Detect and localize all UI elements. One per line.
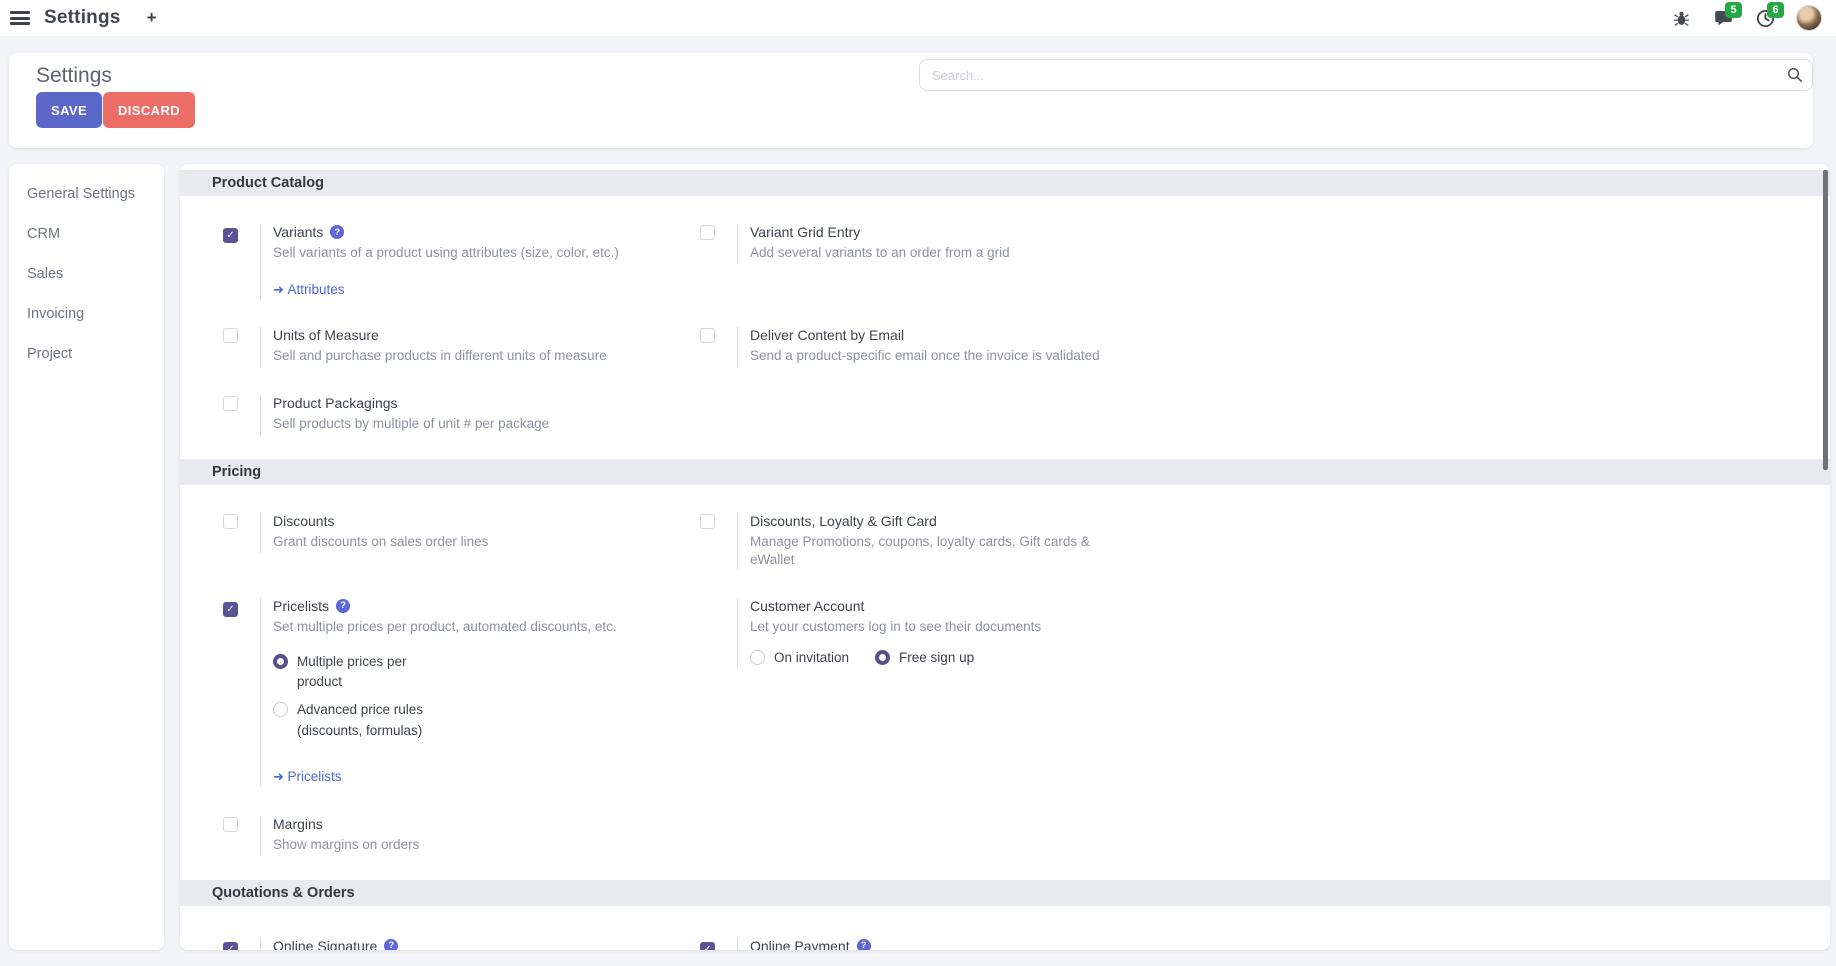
apps-menu-icon[interactable] — [10, 11, 30, 25]
radio-button[interactable] — [273, 654, 288, 669]
new-tab-button[interactable]: + — [147, 8, 157, 28]
setting-discounts: Discounts Grant discounts on sales order… — [223, 513, 700, 553]
radio-button[interactable] — [273, 702, 288, 717]
sidebar-item-invoicing[interactable]: Invoicing — [9, 294, 164, 334]
setting-pricelists: Pricelists Set multiple prices per produ… — [223, 598, 700, 786]
setting-label[interactable]: Product Packagings — [273, 395, 398, 411]
radio-button[interactable] — [875, 650, 890, 665]
save-button[interactable]: SAVE — [36, 92, 102, 128]
setting-desc: Send a product-specific email once the i… — [750, 347, 1100, 365]
section-header-quotations-orders: Quotations & Orders — [180, 880, 1830, 906]
user-avatar[interactable] — [1796, 5, 1822, 31]
activities-count-badge: 6 — [1767, 2, 1784, 18]
pricelists-checkbox[interactable] — [223, 602, 238, 617]
setting-margins: Margins Show margins on orders — [223, 816, 700, 856]
variant-grid-checkbox[interactable] — [700, 225, 715, 240]
help-icon — [330, 225, 344, 239]
setting-label[interactable]: Variants — [273, 224, 323, 240]
setting-label[interactable]: Margins — [273, 816, 323, 832]
online-signature-checkbox[interactable] — [223, 942, 238, 950]
variants-checkbox[interactable] — [223, 228, 238, 243]
navbar-systray: 5 6 — [1670, 5, 1822, 31]
margins-checkbox[interactable] — [223, 817, 238, 832]
customer-account-radio-group: On invitation Free sign up — [750, 648, 1041, 668]
setting-desc: Manage Promotions, coupons, loyalty card… — [750, 533, 1115, 569]
setting-label[interactable]: Variant Grid Entry — [750, 224, 860, 240]
online-payment-checkbox[interactable] — [700, 942, 715, 950]
section-header-product-catalog: Product Catalog — [180, 170, 1830, 196]
setting-online-signature: Online Signature Request an online signa… — [223, 938, 700, 950]
attributes-link[interactable]: Attributes — [273, 282, 345, 298]
pricelists-radio-group: Multiple prices per product Advanced pri… — [273, 652, 617, 741]
setting-desc: Sell products by multiple of unit # per … — [273, 415, 549, 433]
help-icon — [384, 939, 398, 950]
setting-variant-grid-entry: Variant Grid Entry Add several variants … — [700, 224, 1177, 264]
sidebar-item-sales[interactable]: Sales — [9, 254, 164, 294]
pricelists-link[interactable]: Pricelists — [273, 769, 342, 785]
settings-form: Product Catalog Variants Sell variants o… — [180, 164, 1830, 950]
setting-label[interactable]: Deliver Content by Email — [750, 327, 904, 343]
loyalty-checkbox[interactable] — [700, 514, 715, 529]
radio-multiple-prices[interactable]: Multiple prices per product — [273, 652, 617, 693]
discounts-checkbox[interactable] — [223, 514, 238, 529]
setting-units-of-measure: Units of Measure Sell and purchase produ… — [223, 327, 700, 367]
sidebar-item-crm[interactable]: CRM — [9, 214, 164, 254]
setting-deliver-content-by-email: Deliver Content by Email Send a product-… — [700, 327, 1177, 367]
setting-desc: Let your customers log in to see their d… — [750, 618, 1041, 636]
setting-desc: Add several variants to an order from a … — [750, 244, 1010, 262]
control-panel: Settings SAVE DISCARD — [9, 53, 1813, 148]
setting-desc: Set multiple prices per product, automat… — [273, 618, 617, 636]
search-icon[interactable] — [1787, 67, 1803, 88]
top-navbar: Settings + 5 6 — [0, 0, 1836, 36]
setting-desc: Show margins on orders — [273, 836, 419, 854]
help-icon — [336, 599, 350, 613]
setting-label: Customer Account — [750, 598, 864, 614]
help-icon — [857, 939, 871, 950]
sidebar-item-general-settings[interactable]: General Settings — [9, 174, 164, 214]
settings-sidebar: General Settings CRM Sales Invoicing Pro… — [9, 164, 164, 950]
setting-desc: Sell and purchase products in different … — [273, 347, 607, 365]
page-title: Settings — [36, 64, 112, 88]
setting-label[interactable]: Online Payment — [750, 938, 850, 950]
setting-label[interactable]: Discounts, Loyalty & Gift Card — [750, 513, 937, 529]
vertical-scrollbar[interactable] — [1823, 170, 1828, 470]
radio-free-sign-up[interactable]: Free sign up — [875, 648, 974, 668]
setting-label[interactable]: Units of Measure — [273, 327, 379, 343]
uom-checkbox[interactable] — [223, 328, 238, 343]
setting-desc: Grant discounts on sales order lines — [273, 533, 488, 551]
radio-on-invitation[interactable]: On invitation — [750, 648, 849, 668]
messages-icon[interactable]: 5 — [1712, 7, 1734, 29]
setting-desc: Sell variants of a product using attribu… — [273, 244, 619, 262]
debug-bug-icon[interactable] — [1670, 7, 1692, 29]
search-input[interactable] — [919, 59, 1813, 91]
section-header-pricing: Pricing — [180, 459, 1830, 485]
navbar-app-title[interactable]: Settings — [44, 7, 121, 29]
sidebar-item-project[interactable]: Project — [9, 334, 164, 374]
setting-discounts-loyalty-gift-card: Discounts, Loyalty & Gift Card Manage Pr… — [700, 513, 1177, 569]
radio-button[interactable] — [750, 650, 765, 665]
radio-advanced-price-rules[interactable]: Advanced price rules (discounts, formula… — [273, 700, 617, 741]
setting-online-payment: Online Payment Request an online payment… — [700, 938, 1177, 950]
activities-clock-icon[interactable]: 6 — [1754, 7, 1776, 29]
discard-button[interactable]: DISCARD — [103, 92, 195, 128]
setting-label[interactable]: Online Signature — [273, 938, 377, 950]
packagings-checkbox[interactable] — [223, 396, 238, 411]
setting-customer-account: Customer Account Let your customers log … — [700, 598, 1177, 668]
setting-label[interactable]: Pricelists — [273, 598, 329, 614]
deliver-email-checkbox[interactable] — [700, 328, 715, 343]
messages-count-badge: 5 — [1725, 2, 1742, 18]
setting-label[interactable]: Discounts — [273, 513, 334, 529]
setting-product-packagings: Product Packagings Sell products by mult… — [223, 395, 700, 435]
setting-variants: Variants Sell variants of a product usin… — [223, 224, 700, 299]
